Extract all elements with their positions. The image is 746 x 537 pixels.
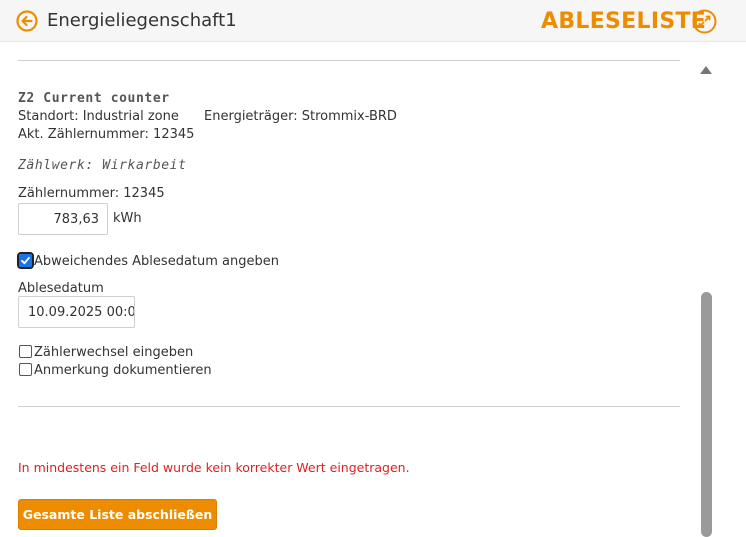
reading-date-input[interactable]: [18, 296, 135, 328]
finish-list-button[interactable]: Gesamte Liste abschließen: [18, 499, 217, 530]
note-checkbox[interactable]: [19, 363, 32, 376]
meter-location: Standort: Industrial zone: [18, 109, 179, 124]
different-date-label[interactable]: Abweichendes Ablesedatum angeben: [34, 254, 279, 269]
reading-form: Z2 Current counter Standort: Industrial …: [0, 43, 698, 537]
meter-energy-carrier: Energieträger: Strommix-BRD: [204, 109, 397, 124]
scrollbar-thumb[interactable]: [701, 292, 712, 537]
reading-date-label: Ablesedatum: [18, 281, 104, 296]
expand-circle-icon: [692, 9, 717, 34]
meter-current-number: Akt. Zählernummer: 12345: [18, 127, 195, 142]
error-message: In mindestens ein Feld wurde kein korrek…: [18, 460, 410, 475]
meter-change-checkbox[interactable]: [19, 345, 32, 358]
meter-change-label[interactable]: Zählerwechsel eingeben: [34, 345, 193, 360]
reading-value-input[interactable]: [18, 203, 108, 235]
arrow-left-circle-icon: [16, 10, 38, 32]
register-meter-number: Zählernummer: 12345: [18, 186, 165, 201]
scrollbar[interactable]: [699, 60, 715, 537]
expand-button[interactable]: [692, 9, 717, 34]
note-label[interactable]: Anmerkung dokumentieren: [34, 363, 212, 378]
register-title: Zählwerk: Wirkarbeit: [18, 158, 187, 173]
back-button[interactable]: [16, 10, 38, 32]
section-title: ABLESELISTE: [541, 9, 707, 34]
meter-title: Z2 Current counter: [18, 91, 170, 106]
divider: [18, 406, 680, 407]
different-date-checkbox[interactable]: [17, 252, 34, 269]
scroll-up-arrow-icon[interactable]: [700, 66, 712, 74]
divider: [18, 60, 680, 61]
page-title: Energieliegenschaft1: [47, 10, 237, 31]
app-header: Energieliegenschaft1 ABLESELISTE: [0, 0, 746, 42]
checkmark-icon: [21, 256, 30, 265]
reading-unit: kWh: [113, 211, 142, 226]
